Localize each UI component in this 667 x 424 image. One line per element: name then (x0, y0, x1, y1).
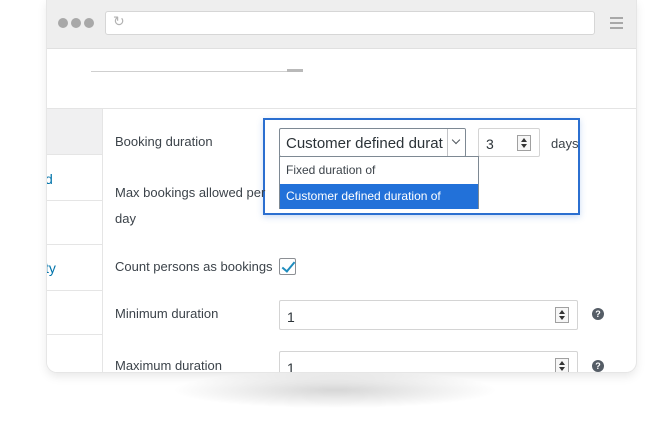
header-divider-line (91, 71, 303, 72)
maximum-duration-value: 1 (287, 360, 295, 372)
dropdown-option-customer-defined[interactable]: Customer defined duration of (280, 184, 478, 209)
maximum-duration-input[interactable]: 1 (279, 351, 578, 372)
minimum-duration-value: 1 (287, 309, 295, 325)
maximum-duration-label: Maximum duration (115, 358, 222, 372)
window-dot-icon (71, 18, 81, 28)
sidebar-item-label: d (47, 171, 53, 187)
booking-duration-selected-value: Customer defined durat (286, 135, 443, 152)
sidebar-item-label: ty (47, 260, 56, 276)
booking-duration-value: 3 (486, 136, 494, 152)
booking-duration-options-list: Fixed duration of Customer defined durat… (279, 156, 479, 209)
booking-duration-label: Booking duration (115, 134, 213, 149)
reload-icon[interactable]: ↻ (113, 13, 125, 30)
section-divider (47, 108, 636, 109)
count-persons-label: Count persons as bookings (115, 259, 273, 274)
number-spinner-icon[interactable] (555, 307, 569, 323)
help-icon[interactable]: ? (592, 308, 604, 320)
sidebar-item[interactable]: d (47, 155, 102, 201)
help-icon[interactable]: ? (592, 360, 604, 372)
window-dot-icon (58, 18, 68, 28)
max-bookings-label-line2: day (115, 211, 136, 226)
booking-duration-unit: days (551, 136, 579, 151)
browser-toolbar: ↻ (47, 0, 636, 49)
minimum-duration-input[interactable]: 1 (279, 300, 578, 330)
sidebar-item[interactable] (47, 291, 102, 335)
number-spinner-icon[interactable] (517, 135, 531, 151)
address-bar[interactable] (105, 11, 595, 35)
count-persons-checkbox[interactable] (279, 258, 296, 275)
chevron-down-icon[interactable] (447, 129, 465, 156)
minimum-duration-label: Minimum duration (115, 306, 219, 321)
window-dot-icon (84, 18, 94, 28)
sidebar-item[interactable]: ty (47, 245, 102, 291)
max-bookings-label: Max bookings allowed per (115, 185, 266, 200)
sidebar-item-active[interactable] (47, 109, 102, 155)
number-spinner-icon[interactable] (555, 358, 569, 372)
settings-sidebar: d ty (47, 109, 103, 372)
browser-window: ↻ d ty Booking duration Customer defined… (47, 0, 636, 372)
sidebar-item[interactable] (47, 201, 102, 245)
header-divider-handle (287, 69, 303, 72)
booking-duration-number-input[interactable]: 3 (478, 128, 540, 157)
dropdown-option-fixed[interactable]: Fixed duration of (280, 158, 478, 183)
window-shadow (175, 372, 495, 408)
booking-duration-select[interactable]: Customer defined durat (279, 128, 466, 157)
